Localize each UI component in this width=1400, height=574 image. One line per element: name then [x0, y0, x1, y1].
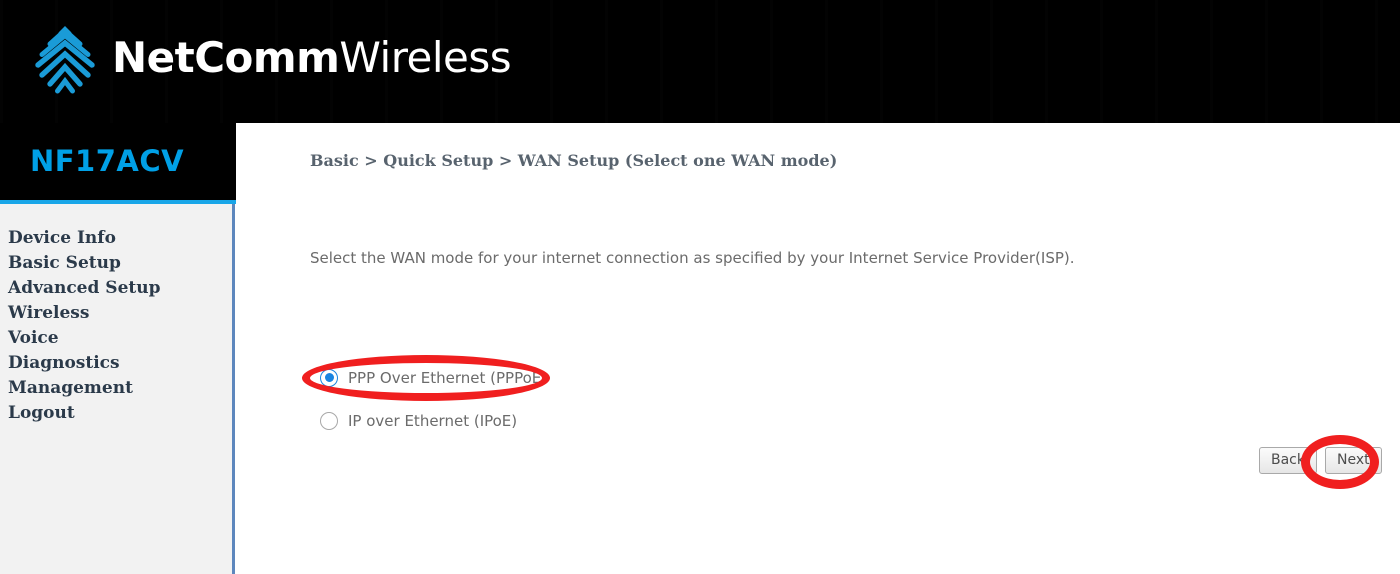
back-button[interactable]: Back [1259, 447, 1317, 474]
page-description: Select the WAN mode for your internet co… [310, 249, 1075, 267]
radio-pppoe[interactable] [320, 368, 338, 387]
sidebar-item-advanced-setup[interactable]: Advanced Setup [8, 276, 228, 301]
page-header: NetCommWireless [0, 0, 1400, 123]
radio-ipoe[interactable] [320, 411, 338, 430]
brand-name: NetCommWireless [112, 37, 512, 79]
sidebar-item-diagnostics[interactable]: Diagnostics [8, 351, 228, 376]
wifi-signal-logo-icon [35, 26, 95, 94]
sidebar-body: Device Info Basic Setup Advanced Setup W… [0, 204, 235, 574]
device-model-label: NF17ACV [29, 144, 185, 178]
next-button[interactable]: Next [1325, 447, 1382, 474]
wan-mode-option-ipoe-label: IP over Ethernet (IPoE) [348, 411, 518, 430]
sidebar: NF17ACV Device Info Basic Setup Advanced… [0, 123, 236, 574]
brand-name-light: Wireless [339, 33, 512, 82]
breadcrumb: Basic > Quick Setup > WAN Setup (Select … [310, 151, 838, 170]
content-panel: Basic > Quick Setup > WAN Setup (Select … [236, 123, 1400, 574]
sidebar-header: NF17ACV [0, 123, 236, 200]
sidebar-item-management[interactable]: Management [8, 376, 228, 401]
wan-mode-option-pppoe-label: PPP Over Ethernet (PPPoE) [348, 368, 548, 387]
brand-name-bold: NetComm [112, 33, 340, 82]
sidebar-nav: Device Info Basic Setup Advanced Setup W… [8, 226, 228, 426]
sidebar-item-device-info[interactable]: Device Info [8, 226, 228, 251]
wan-mode-option-pppoe[interactable]: PPP Over Ethernet (PPPoE) [320, 363, 740, 392]
sidebar-item-voice[interactable]: Voice [8, 326, 228, 351]
sidebar-item-wireless[interactable]: Wireless [8, 301, 228, 326]
brand-logo-block: NetCommWireless [26, 18, 512, 98]
wan-mode-option-group: PPP Over Ethernet (PPPoE) IP over Ethern… [320, 363, 740, 449]
sidebar-item-logout[interactable]: Logout [8, 401, 228, 426]
sidebar-item-basic-setup[interactable]: Basic Setup [8, 251, 228, 276]
wan-mode-option-ipoe[interactable]: IP over Ethernet (IPoE) [320, 406, 740, 435]
wizard-button-bar: Back Next [1259, 447, 1382, 474]
